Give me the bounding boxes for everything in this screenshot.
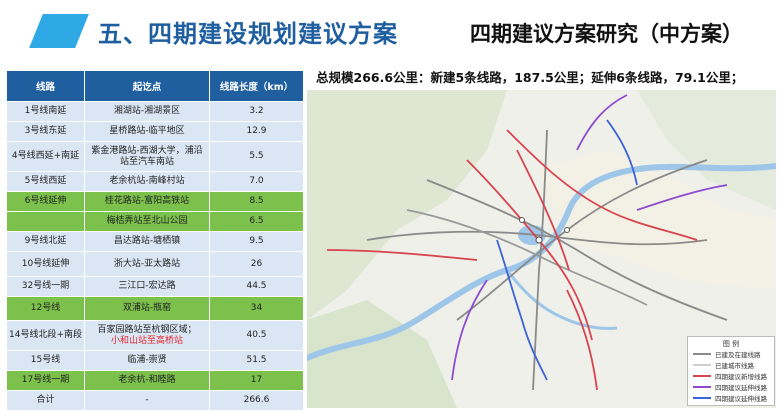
table-row: 3号线东延 星桥路站-临平地区 12.9: [6, 121, 304, 142]
legend-swatch: [693, 386, 711, 388]
legend-item: 四期建议新增线路: [693, 371, 773, 381]
slide-subtitle: 四期建议方案研究（中方案）: [470, 22, 743, 46]
cell-route: 老余杭-和睦路: [84, 370, 210, 391]
cell-route: 老余杭站-南峰村站: [84, 171, 210, 192]
cell-length: 44.5: [209, 276, 304, 297]
cell-line: 10号线延伸: [6, 251, 85, 277]
cell-length: 40.5: [209, 320, 304, 351]
cell-line: 4号线西延+南延: [6, 141, 85, 172]
cell-line: 9号线北延: [6, 231, 85, 252]
cell-route: 昌达路站-塘栖镇: [84, 231, 210, 252]
table-row: 9号线北延 昌达路站-塘栖镇 9.5: [6, 231, 304, 252]
legend-swatch: [693, 364, 711, 366]
table-row: 17号线一期 老余杭-和睦路 17: [6, 370, 304, 391]
cell-length: 12.9: [209, 121, 304, 142]
legend-label: 四期建议延伸线路: [715, 384, 767, 392]
cell-route: -: [84, 390, 210, 411]
cell-route: 三江口-宏达路: [84, 276, 210, 297]
table-row: 15号线 临浦-崇贤 51.5: [6, 350, 304, 371]
table-row: 4号线西延+南延 紫金港路站-西湖大学，浦沿站至汽车南站 5.5: [6, 141, 304, 172]
legend-swatch: [693, 397, 711, 399]
table-row: 10号线延伸 浙大站-亚太路站 26: [6, 251, 304, 277]
cell-line: 5号线西延: [6, 171, 85, 192]
legend-label: 已建城市线路: [715, 362, 754, 370]
table-row-total: 合计 - 266.6: [6, 390, 304, 411]
cell-length: 7.0: [209, 171, 304, 192]
cell-length: 26: [209, 251, 304, 277]
cell-length: 3.2: [209, 101, 304, 122]
table-row: 6号线延伸 桂花路站-富阳高铁站 8.5: [6, 191, 304, 212]
table-row: 14号线北段+南段 百家园路站至杭钢区域； 小和山站至高桥站 40.5: [6, 320, 304, 351]
cell-line: 1号线南延: [6, 101, 85, 122]
legend-label: 已建及在建线路: [715, 351, 761, 359]
table-row: 32号线一期 三江口-宏达路 44.5: [6, 276, 304, 297]
cell-route-line2: 小和山站至高桥站: [110, 335, 183, 346]
route-table: 线路 起讫点 线路长度（km） 1号线南延 湘湖站-湘湖景区 3.2 3号线东延…: [6, 70, 304, 411]
cell-length: 34: [209, 296, 304, 321]
table-row: 12号线 双浦站-瓶窑 34: [6, 296, 304, 321]
cell-route: 双浦站-瓶窑: [84, 296, 210, 321]
cell-line: [6, 211, 85, 232]
cell-route: 紫金港路站-西湖大学，浦沿站至汽车南站: [84, 141, 210, 172]
legend-swatch: [693, 375, 711, 377]
legend-label: 四期建议延伸线路: [715, 395, 767, 403]
table-row: 梅桔弄站至北山公园 6.5: [6, 211, 304, 232]
cell-line: 12号线: [6, 296, 85, 321]
col-header-line: 线路: [6, 70, 85, 102]
cell-length: 17: [209, 370, 304, 391]
cell-route: 湘湖站-湘湖景区: [84, 101, 210, 122]
cell-line: 合计: [6, 390, 85, 411]
legend-item: 四期建议延伸线路: [693, 393, 773, 403]
cell-route: 梅桔弄站至北山公园: [84, 211, 210, 232]
cell-length: 5.5: [209, 141, 304, 172]
legend-item: 已建及在建线路: [693, 349, 773, 359]
cell-length: 9.5: [209, 231, 304, 252]
cell-route: 临浦-崇贤: [84, 350, 210, 371]
legend-swatch: [693, 353, 711, 355]
summary-text: 总规模266.6公里：新建5条线路，187.5公里；延伸6条线路，79.1公里；: [316, 70, 744, 85]
cell-route: 星桥路站-临平地区: [84, 121, 210, 142]
col-header-length: 线路长度（km）: [209, 70, 304, 102]
cell-length: 6.5: [209, 211, 304, 232]
table-row: 1号线南延 湘湖站-湘湖景区 3.2: [6, 101, 304, 122]
cell-route-line1: 百家园路站至杭钢区域；: [97, 325, 197, 336]
cell-line: 6号线延伸: [6, 191, 85, 212]
cell-length: 51.5: [209, 350, 304, 371]
cell-length: 266.6: [209, 390, 304, 411]
cell-line: 14号线北段+南段: [6, 320, 85, 351]
slide-title: 五、四期建设规划建议方案: [98, 20, 398, 48]
cell-route: 桂花路站-富阳高铁站: [84, 191, 210, 212]
cell-length: 8.5: [209, 191, 304, 212]
cell-route: 百家园路站至杭钢区域； 小和山站至高桥站: [84, 320, 210, 351]
table-header-row: 线路 起讫点 线路长度（km）: [6, 70, 304, 102]
cell-line: 32号线一期: [6, 276, 85, 297]
legend-item: 四期建议延伸线路: [693, 382, 773, 392]
map-legend: 图 例 已建及在建线路 已建城市线路 四期建议新增线路 四期建议延伸线路 四期建…: [687, 336, 775, 406]
cell-line: 15号线: [6, 350, 85, 371]
cell-route: 浙大站-亚太路站: [84, 251, 210, 277]
metro-map: 图 例 已建及在建线路 已建城市线路 四期建议新增线路 四期建议延伸线路 四期建…: [300, 90, 777, 408]
cell-line: 17号线一期: [6, 370, 85, 391]
slide-header: 五、四期建设规划建议方案 四期建议方案研究（中方案）: [0, 0, 780, 60]
col-header-route: 起讫点: [84, 70, 210, 102]
cell-line: 3号线东延: [6, 121, 85, 142]
legend-title: 图 例: [722, 340, 740, 348]
legend-item: 已建城市线路: [693, 360, 773, 370]
legend-label: 四期建议新增线路: [715, 373, 767, 381]
table-row: 5号线西延 老余杭站-南峰村站 7.0: [6, 171, 304, 192]
